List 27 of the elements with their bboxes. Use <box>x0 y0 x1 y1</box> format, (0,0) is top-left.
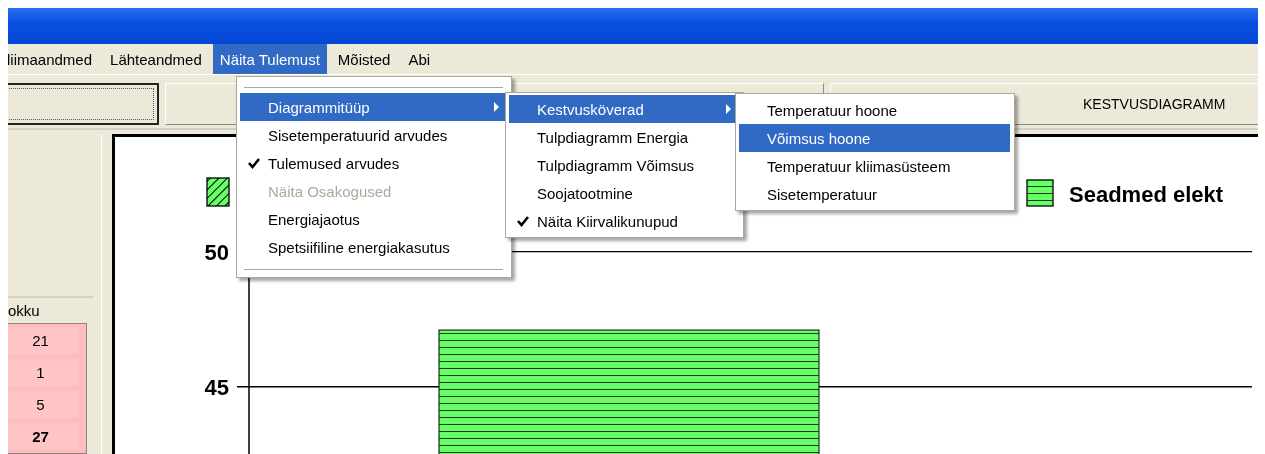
menu-item[interactable]: Sisetemperatuurid arvudes <box>240 121 507 149</box>
table-cell: 21 <box>8 327 78 354</box>
menu-item[interactable]: Näita Kiirvalikunupud <box>509 207 739 235</box>
axis-tick-label: 50 <box>204 239 229 265</box>
diagram-title: KESTVUSDIAGRAMM <box>1083 96 1226 112</box>
menu-item[interactable]: Tulpdiagramm Energia <box>509 123 739 151</box>
table-cell: 5 <box>8 391 78 418</box>
table-cell: 27 <box>8 423 78 450</box>
legend-label: Seadmed elekt <box>1069 182 1224 207</box>
menu-item[interactable]: liimaandmed <box>8 44 100 74</box>
menu-item[interactable]: Energiajaotus <box>240 205 507 233</box>
menu-item[interactable]: Võimsus hoone <box>739 124 1010 152</box>
menu-item[interactable]: Tulemused arvudes <box>240 149 507 177</box>
toolbar-button[interactable] <box>8 83 159 125</box>
menu-item[interactable]: Soojatootmine <box>509 179 739 207</box>
menu-item[interactable]: Spetsiifiline energiakasutus <box>240 233 507 261</box>
table-cell: 1 <box>8 359 78 386</box>
menu-item[interactable]: Lähteandmed <box>103 44 209 74</box>
menu-item[interactable]: Temperatuur hoone <box>739 96 1010 124</box>
menu-item[interactable]: Tulpdiagramm Võimsus <box>509 151 739 179</box>
menu-item[interactable]: Sisetemperatuur <box>739 180 1010 208</box>
menu-item[interactable]: Temperatuur kliimasüsteem <box>739 152 1010 180</box>
menu-item[interactable]: Mõisted <box>330 44 398 74</box>
axis-tick-label: 45 <box>204 374 229 400</box>
menu-item[interactable]: Näita Tulemust <box>212 44 327 74</box>
menu-item[interactable]: Abi <box>401 44 438 74</box>
menu-item[interactable]: Diagrammitüüp <box>240 93 507 121</box>
